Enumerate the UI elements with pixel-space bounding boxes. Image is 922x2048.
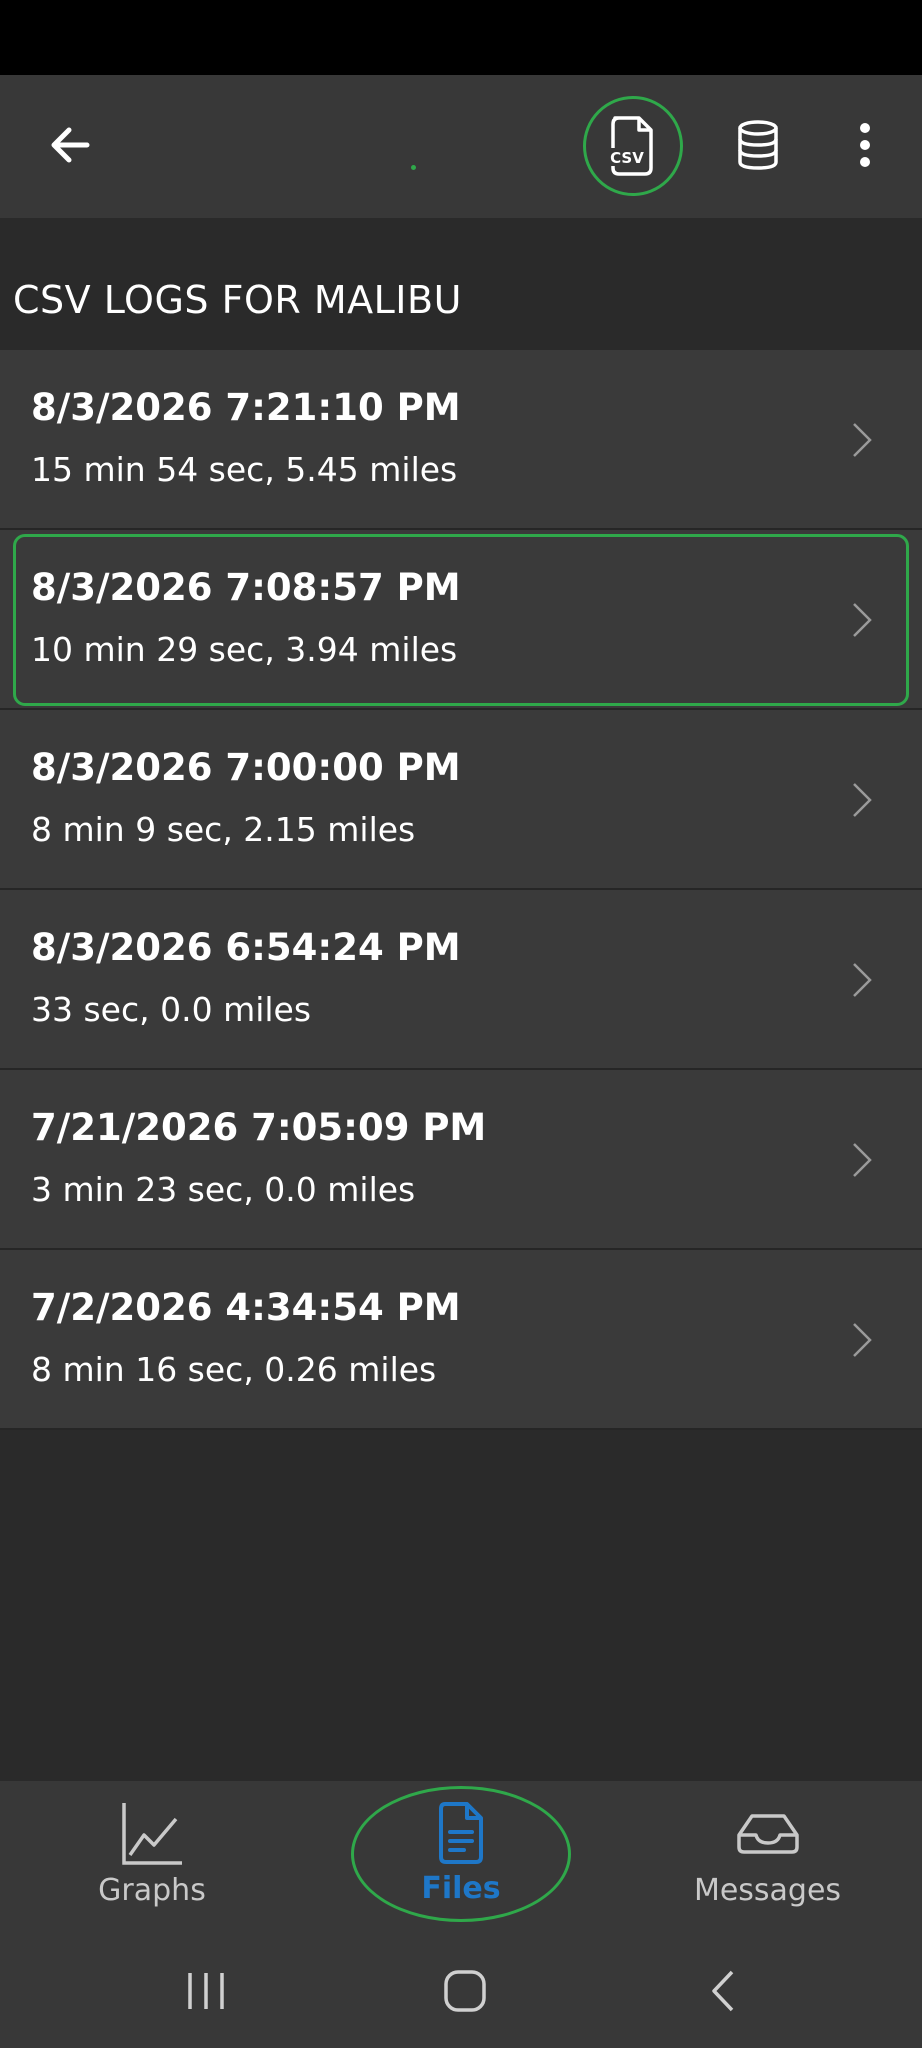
back-button[interactable] <box>30 105 110 185</box>
indicator-dot <box>411 165 416 170</box>
inbox-icon <box>736 1814 799 1854</box>
line-chart-icon <box>122 1803 182 1865</box>
database-button[interactable] <box>718 105 798 185</box>
system-back-button[interactable] <box>683 1951 763 2031</box>
nav-label-graphs: Graphs <box>98 1873 206 1908</box>
log-item[interactable]: 7/2/2026 4:34:54 PM 8 min 16 sec, 0.26 m… <box>0 1250 922 1430</box>
status-bar <box>0 0 922 75</box>
chevron-right-icon <box>853 423 872 457</box>
log-summary: 10 min 29 sec, 3.94 miles <box>31 630 458 669</box>
back-arrow-icon <box>51 127 90 163</box>
log-item-selected[interactable]: 8/3/2026 7:08:57 PM 10 min 29 sec, 3.94 … <box>0 530 922 710</box>
chevron-right-icon <box>853 783 872 817</box>
system-navigation-bar <box>0 1931 922 2048</box>
chevron-right-icon <box>853 603 872 637</box>
log-item[interactable]: 8/3/2026 7:00:00 PM 8 min 9 sec, 2.15 mi… <box>0 710 922 890</box>
log-timestamp: 8/3/2026 7:21:10 PM <box>31 386 461 429</box>
log-timestamp: 8/3/2026 6:54:24 PM <box>31 926 461 969</box>
log-timestamp: 7/21/2026 7:05:09 PM <box>31 1106 487 1149</box>
nav-tab-files[interactable]: Files <box>351 1781 571 1931</box>
system-back-icon <box>712 1970 734 2012</box>
chevron-right-icon <box>853 963 872 997</box>
nav-tab-graphs[interactable]: Graphs <box>82 1781 222 1931</box>
csv-icon-text: CSV <box>610 149 644 167</box>
log-summary: 8 min 16 sec, 0.26 miles <box>31 1350 437 1389</box>
recents-icon <box>188 1973 224 2009</box>
section-title: CSV LOGS FOR MALIBU <box>13 278 462 322</box>
nav-tab-messages[interactable]: Messages <box>680 1781 855 1931</box>
csv-file-icon: CSV <box>607 116 653 176</box>
content-area: CSV LOGS FOR MALIBU 8/3/2026 7:21:10 PM … <box>0 218 922 1781</box>
nav-label-messages: Messages <box>693 1873 842 1908</box>
chevron-right-icon <box>853 1323 872 1357</box>
home-icon <box>444 1970 486 2012</box>
log-summary: 15 min 54 sec, 5.45 miles <box>31 450 458 489</box>
log-timestamp: 7/2/2026 4:34:54 PM <box>31 1286 461 1329</box>
chevron-right-icon <box>853 1143 872 1177</box>
recents-button[interactable] <box>166 1951 246 2031</box>
csv-button[interactable]: CSV <box>583 96 683 196</box>
log-timestamp: 8/3/2026 7:08:57 PM <box>31 566 461 609</box>
log-timestamp: 8/3/2026 7:00:00 PM <box>31 746 461 789</box>
app-bar: CSV <box>0 75 922 218</box>
log-item[interactable]: 8/3/2026 7:21:10 PM 15 min 54 sec, 5.45 … <box>0 350 922 530</box>
log-summary: 3 min 23 sec, 0.0 miles <box>31 1170 416 1209</box>
more-vertical-icon <box>860 123 870 167</box>
bottom-navigation: Graphs Files Messages <box>0 1781 922 1931</box>
nav-label-files: Files <box>421 1871 501 1906</box>
database-icon <box>738 120 778 170</box>
log-summary: 33 sec, 0.0 miles <box>31 990 312 1029</box>
home-button[interactable] <box>425 1951 505 2031</box>
log-item[interactable]: 7/21/2026 7:05:09 PM 3 min 23 sec, 0.0 m… <box>0 1070 922 1250</box>
log-item[interactable]: 8/3/2026 6:54:24 PM 33 sec, 0.0 miles <box>0 890 922 1070</box>
document-icon <box>439 1802 483 1864</box>
log-summary: 8 min 9 sec, 2.15 miles <box>31 810 416 849</box>
more-options-button[interactable] <box>825 105 905 185</box>
csv-log-list: 8/3/2026 7:21:10 PM 15 min 54 sec, 5.45 … <box>0 350 922 1430</box>
